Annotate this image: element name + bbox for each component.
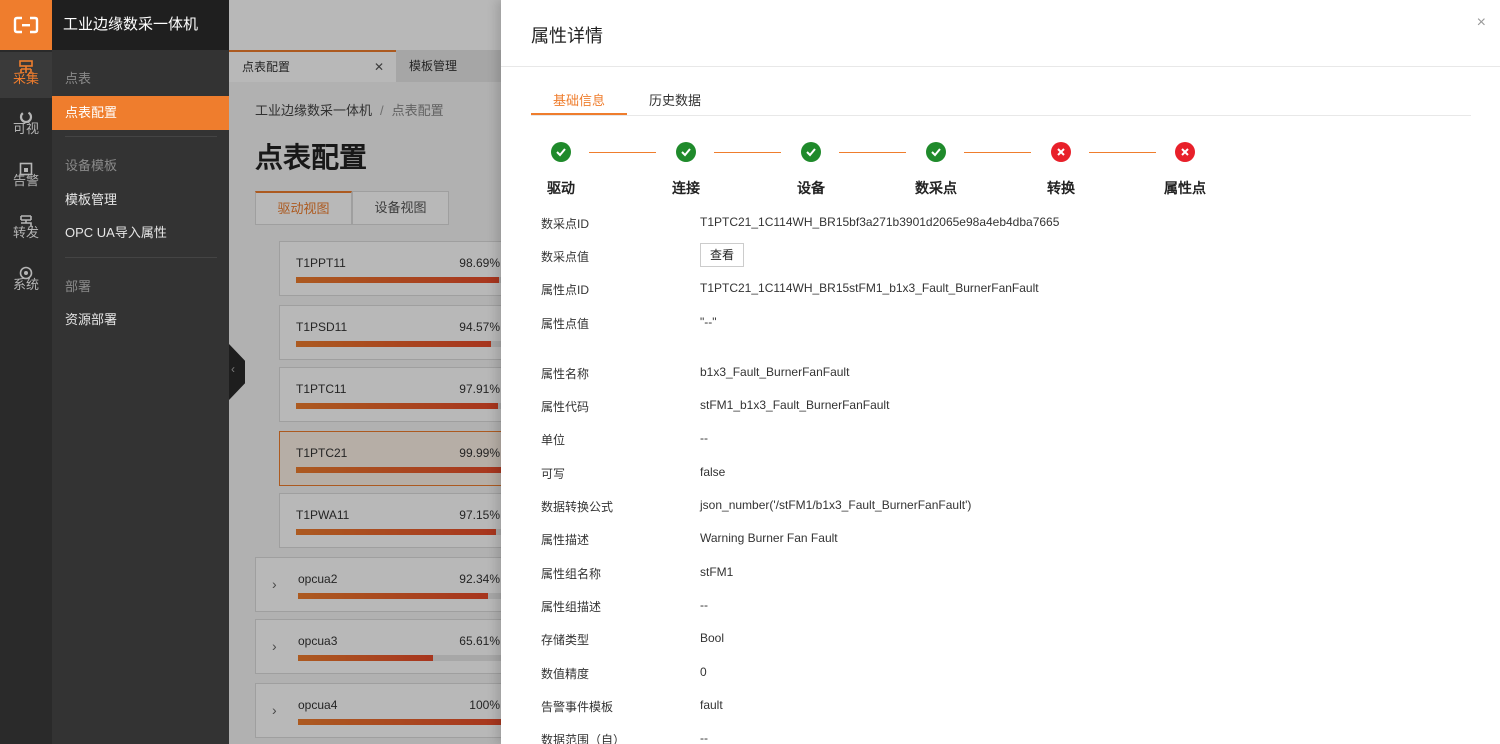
- field-label: 属性代码: [541, 400, 590, 414]
- rail-label: 采集: [12, 71, 39, 86]
- step-error-icon: [1175, 142, 1195, 162]
- step-error-icon: [1051, 142, 1071, 162]
- attribute-detail-drawer: 属性详情 × 基础信息 历史数据 驱动 连接 设备 数采点 转换 属性点 查看 数采点ID…: [501, 0, 1500, 744]
- field-value: json_number('/stFM1/b1x3_Fault_BurnerFan…: [700, 498, 972, 512]
- field-label: 属性名称: [541, 367, 590, 381]
- field-label: 属性描述: [541, 533, 590, 547]
- step-label: 驱动: [547, 180, 575, 196]
- nav-divider: [65, 257, 217, 258]
- nav-item-opcua-import[interactable]: OPC UA导入属性: [52, 216, 229, 250]
- field-label: 数采点ID: [541, 217, 590, 231]
- rail-label: 可视: [12, 121, 39, 136]
- field-label: 数采点值: [541, 250, 590, 264]
- field-label: 告警事件模板: [541, 700, 614, 714]
- field-value: Warning Burner Fan Fault: [700, 531, 838, 545]
- field-value: T1PTC21_1C114WH_BR15stFM1_b1x3_Fault_Bur…: [700, 281, 1039, 295]
- close-icon[interactable]: ×: [1477, 14, 1486, 32]
- modal-backdrop[interactable]: [229, 0, 509, 744]
- step-success-icon: [676, 142, 696, 162]
- step-connector: [964, 152, 1031, 153]
- step-label: 数采点: [915, 180, 957, 196]
- rail-item-forward[interactable]: 转发: [0, 206, 52, 252]
- field-value: stFM1_b1x3_Fault_BurnerFanFault: [700, 398, 890, 412]
- tab-history-data[interactable]: 历史数据: [649, 90, 701, 109]
- rail-label: 系统: [12, 277, 39, 292]
- rail-label: 告警: [12, 173, 39, 188]
- nav-group-label: 部署: [65, 279, 92, 294]
- step-success-icon: [551, 142, 571, 162]
- rail-item-alarm[interactable]: 告警: [0, 154, 52, 200]
- field-value: --: [700, 598, 708, 612]
- view-collected-value-button[interactable]: 查看: [700, 243, 744, 267]
- brand-logo-icon[interactable]: [0, 0, 52, 50]
- field-label: 属性点值: [541, 317, 590, 331]
- field-value: b1x3_Fault_BurnerFanFault: [700, 365, 850, 379]
- field-label: 属性点ID: [541, 283, 590, 297]
- nav-divider: [65, 136, 217, 137]
- nav-item-resource-deploy[interactable]: 资源部署: [52, 303, 229, 337]
- app-title: 工业边缘数采一体机: [52, 0, 229, 50]
- step-label: 设备: [797, 180, 825, 196]
- forward-icon: [0, 206, 52, 227]
- field-value: "--": [700, 315, 717, 329]
- step-connector: [589, 152, 656, 153]
- nav-group-label: 点表: [65, 71, 92, 86]
- step-label: 转换: [1047, 180, 1075, 196]
- alarm-icon: [0, 154, 52, 176]
- nav-item-template-management[interactable]: 模板管理: [52, 183, 229, 217]
- nav-item-point-table-config[interactable]: 点表配置: [52, 96, 229, 130]
- step-connector: [839, 152, 906, 153]
- rail-item-visual[interactable]: 可视: [0, 102, 52, 148]
- step-success-icon: [801, 142, 821, 162]
- field-value: Bool: [700, 631, 725, 645]
- rail-item-collect[interactable]: 采集: [0, 52, 52, 98]
- field-value: false: [700, 465, 726, 479]
- step-connector: [1089, 152, 1156, 153]
- field-label: 数据转换公式: [541, 500, 614, 514]
- divider: [501, 66, 1500, 67]
- drawer-title: 属性详情: [531, 26, 603, 46]
- step-connector: [714, 152, 781, 153]
- field-label: 可写: [541, 467, 566, 481]
- rail-item-system[interactable]: 系统: [0, 258, 52, 304]
- primary-nav-rail: 采集 可视 告警 转发 系统: [0, 50, 52, 744]
- field-label: 存储类型: [541, 633, 590, 647]
- step-label: 属性点: [1164, 180, 1206, 196]
- collect-icon: [0, 52, 52, 73]
- visual-icon: [0, 102, 52, 124]
- nav-group-label: 设备模板: [65, 158, 118, 173]
- field-label: 数值精度: [541, 667, 590, 681]
- step-success-icon: [926, 142, 946, 162]
- field-value: stFM1: [700, 565, 734, 579]
- field-label: 数据范围（自）: [541, 733, 626, 744]
- secondary-nav: 点表 点表配置 设备模板 模板管理 OPC UA导入属性 部署 资源部署: [52, 50, 229, 744]
- divider: [531, 115, 1471, 116]
- tab-basic-info[interactable]: 基础信息: [553, 90, 605, 109]
- field-value: T1PTC21_1C114WH_BR15bf3a271b3901d2065e98…: [700, 215, 1060, 229]
- field-label: 单位: [541, 433, 566, 447]
- field-label: 属性组描述: [541, 600, 602, 614]
- rail-label: 转发: [12, 225, 39, 240]
- field-label: 属性组名称: [541, 567, 602, 581]
- field-value: fault: [700, 698, 723, 712]
- field-value: --: [700, 431, 708, 445]
- field-value: --: [700, 731, 708, 744]
- system-icon: [0, 258, 52, 280]
- field-value: 0: [700, 665, 707, 679]
- step-label: 连接: [672, 180, 700, 196]
